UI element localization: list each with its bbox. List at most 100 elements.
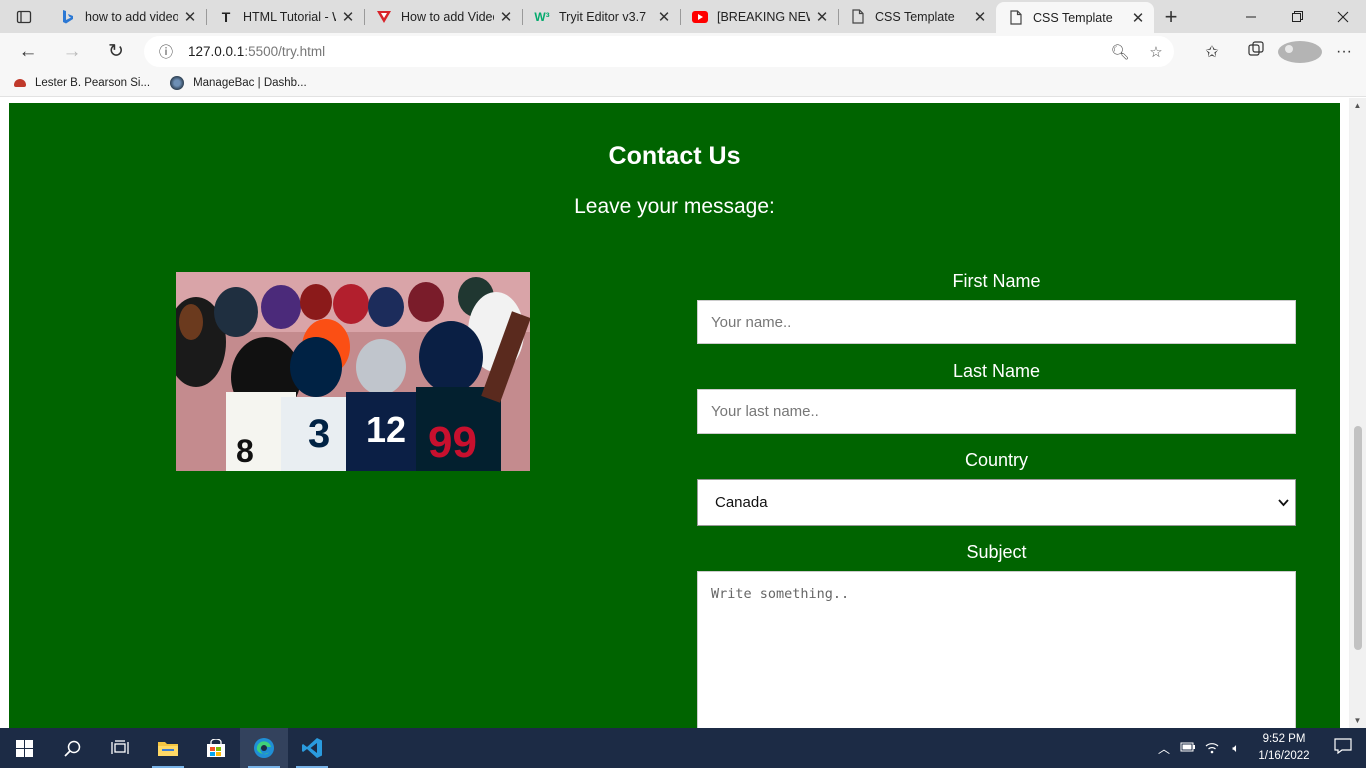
last-name-label: Last Name [952, 361, 1041, 381]
page-scrollbar[interactable]: ▲ ▼ [1349, 98, 1366, 728]
scrollbar-thumb[interactable] [1354, 426, 1362, 650]
tab-title: HTML Tutorial - W [243, 9, 336, 24]
start-button[interactable] [0, 728, 48, 768]
bookmark-favicon-icon [14, 79, 26, 87]
back-arrow-icon: ← [18, 40, 38, 62]
more-options-icon[interactable]: ··· [1322, 43, 1366, 61]
w3-icon: W³ [534, 9, 550, 24]
restore-button[interactable] [1274, 0, 1320, 33]
close-tab-icon[interactable]: ✕ [182, 8, 198, 26]
add-favorite-icon[interactable]: ☆ [1138, 43, 1174, 61]
edge-icon [254, 738, 274, 758]
refresh-icon: ↻ [108, 41, 124, 62]
close-window-button[interactable] [1320, 0, 1366, 33]
toolbar-right: ✩ ··· [1190, 33, 1366, 70]
back-button[interactable]: ← [6, 33, 50, 70]
vscode-button[interactable] [288, 728, 336, 768]
profile-avatar[interactable] [1278, 40, 1322, 63]
country-select[interactable]: Canada [697, 479, 1296, 526]
info-icon[interactable]: ⓘ [144, 42, 188, 62]
clock-date: 1/16/2022 [1258, 750, 1310, 762]
page-viewport: Contact Us Leave your message: 3 12 99 8… [0, 98, 1366, 728]
tab-title: how to add video [85, 9, 178, 24]
first-name-label: First Name [952, 271, 1041, 291]
chevron-down-icon [1278, 494, 1289, 511]
close-tab-icon[interactable]: ✕ [498, 8, 514, 26]
vscode-icon [302, 738, 322, 758]
zoom-icon[interactable]: 🔍︎ [1102, 43, 1138, 61]
close-tab-icon[interactable]: ✕ [656, 8, 672, 26]
task-view-button[interactable] [96, 728, 144, 768]
avatar [1278, 40, 1322, 63]
clock-time: 9:52 PM [1262, 733, 1306, 745]
tab-bing-search[interactable]: how to add video ✕ [48, 0, 206, 33]
battery-icon[interactable] [1176, 741, 1200, 755]
plus-icon: + [1164, 3, 1178, 29]
minimize-button[interactable] [1228, 0, 1274, 33]
bookmark-label: Lester B. Pearson Si... [35, 77, 151, 89]
contact-section: Contact Us Leave your message: 3 12 99 8… [9, 103, 1340, 728]
bookmark-item[interactable]: ManageBac | Dashb... [170, 76, 307, 90]
page-icon [1008, 10, 1024, 26]
tab-title: Tryit Editor v3.7 [559, 9, 647, 24]
tab-how-to-add-video[interactable]: How to add Video ✕ [364, 0, 522, 33]
bookmark-favicon-icon [170, 76, 185, 90]
search-button[interactable] [48, 728, 96, 768]
chevron-up-icon[interactable]: ︿ [1152, 740, 1176, 757]
bookmark-item[interactable]: Lester B. Pearson Si... [14, 77, 150, 89]
windows-taskbar: ︿ 🔈︎ 9:52 PM 1/16/2022 [0, 728, 1366, 768]
svg-text:99: 99 [428, 418, 477, 467]
url-path: :5500/try.html [244, 44, 326, 59]
tab-html-tutorial[interactable]: T HTML Tutorial - W ✕ [206, 0, 364, 33]
tab-strip: how to add video ✕ T HTML Tutorial - W ✕… [0, 0, 1366, 33]
football-players-image: 3 12 99 8 [176, 272, 530, 471]
tab-title: How to add Video [401, 9, 494, 24]
notifications-icon[interactable] [1320, 737, 1366, 759]
tab-css-template-active[interactable]: CSS Template ✕ [996, 2, 1154, 33]
task-view-icon [111, 740, 129, 754]
close-tab-icon[interactable]: ✕ [1130, 9, 1146, 27]
tab-css-template-1[interactable]: CSS Template ✕ [838, 0, 996, 33]
bookmarks-bar: Lester B. Pearson Si... ManageBac | Dash… [0, 70, 1366, 97]
collections-icon[interactable] [1234, 41, 1278, 62]
new-tab-button[interactable]: + [1154, 0, 1188, 33]
url-text[interactable]: 127.0.0.1:5500/try.html [188, 44, 1102, 59]
file-explorer-button[interactable] [144, 728, 192, 768]
window-controls [1228, 0, 1366, 33]
forward-button[interactable]: → [50, 33, 94, 70]
svg-text:8: 8 [236, 433, 254, 469]
scroll-up-icon[interactable]: ▲ [1349, 101, 1366, 110]
close-tab-icon[interactable]: ✕ [340, 8, 356, 26]
refresh-button[interactable]: ↻ [94, 33, 138, 70]
volume-icon[interactable]: 🔈︎ [1224, 741, 1248, 756]
scroll-down-icon[interactable]: ▼ [1349, 716, 1366, 725]
last-name-input[interactable]: Your last name.. [697, 389, 1296, 434]
subject-textarea[interactable]: Write something.. [697, 571, 1296, 728]
svg-text:12: 12 [366, 409, 406, 450]
tab-youtube[interactable]: [BREAKING NEWS] ✕ [680, 0, 838, 33]
wifi-icon[interactable] [1200, 740, 1224, 757]
folder-icon [158, 742, 178, 756]
tab-title: CSS Template [1033, 10, 1113, 25]
youtube-icon [692, 9, 708, 25]
taskbar-clock[interactable]: 9:52 PM 1/16/2022 [1248, 731, 1320, 765]
system-tray: ︿ 🔈︎ 9:52 PM 1/16/2022 [1152, 728, 1366, 768]
tab-tryit-editor[interactable]: W³ Tryit Editor v3.7 ✕ [522, 0, 680, 33]
search-icon [63, 740, 80, 757]
favorites-icon[interactable]: ✩ [1190, 42, 1234, 62]
edge-button[interactable] [240, 728, 288, 768]
close-tab-icon[interactable]: ✕ [814, 8, 830, 26]
close-tab-icon[interactable]: ✕ [972, 8, 988, 26]
tab-title: [BREAKING NEWS] [717, 9, 810, 24]
t-icon: T [221, 8, 231, 25]
windows-logo-icon [15, 739, 33, 757]
tab-actions-button[interactable] [0, 0, 48, 33]
url-host: 127.0.0.1 [188, 44, 245, 59]
bookmark-label: ManageBac | Dashb... [193, 77, 307, 89]
forward-arrow-icon: → [62, 40, 82, 62]
store-button[interactable] [192, 728, 240, 768]
address-bar[interactable]: ⓘ 127.0.0.1:5500/try.html 🔍︎ ☆ [144, 36, 1174, 67]
first-name-input[interactable]: Your name.. [697, 300, 1296, 344]
subject-label: Subject [966, 542, 1027, 562]
tab-actions-icon [16, 10, 32, 23]
